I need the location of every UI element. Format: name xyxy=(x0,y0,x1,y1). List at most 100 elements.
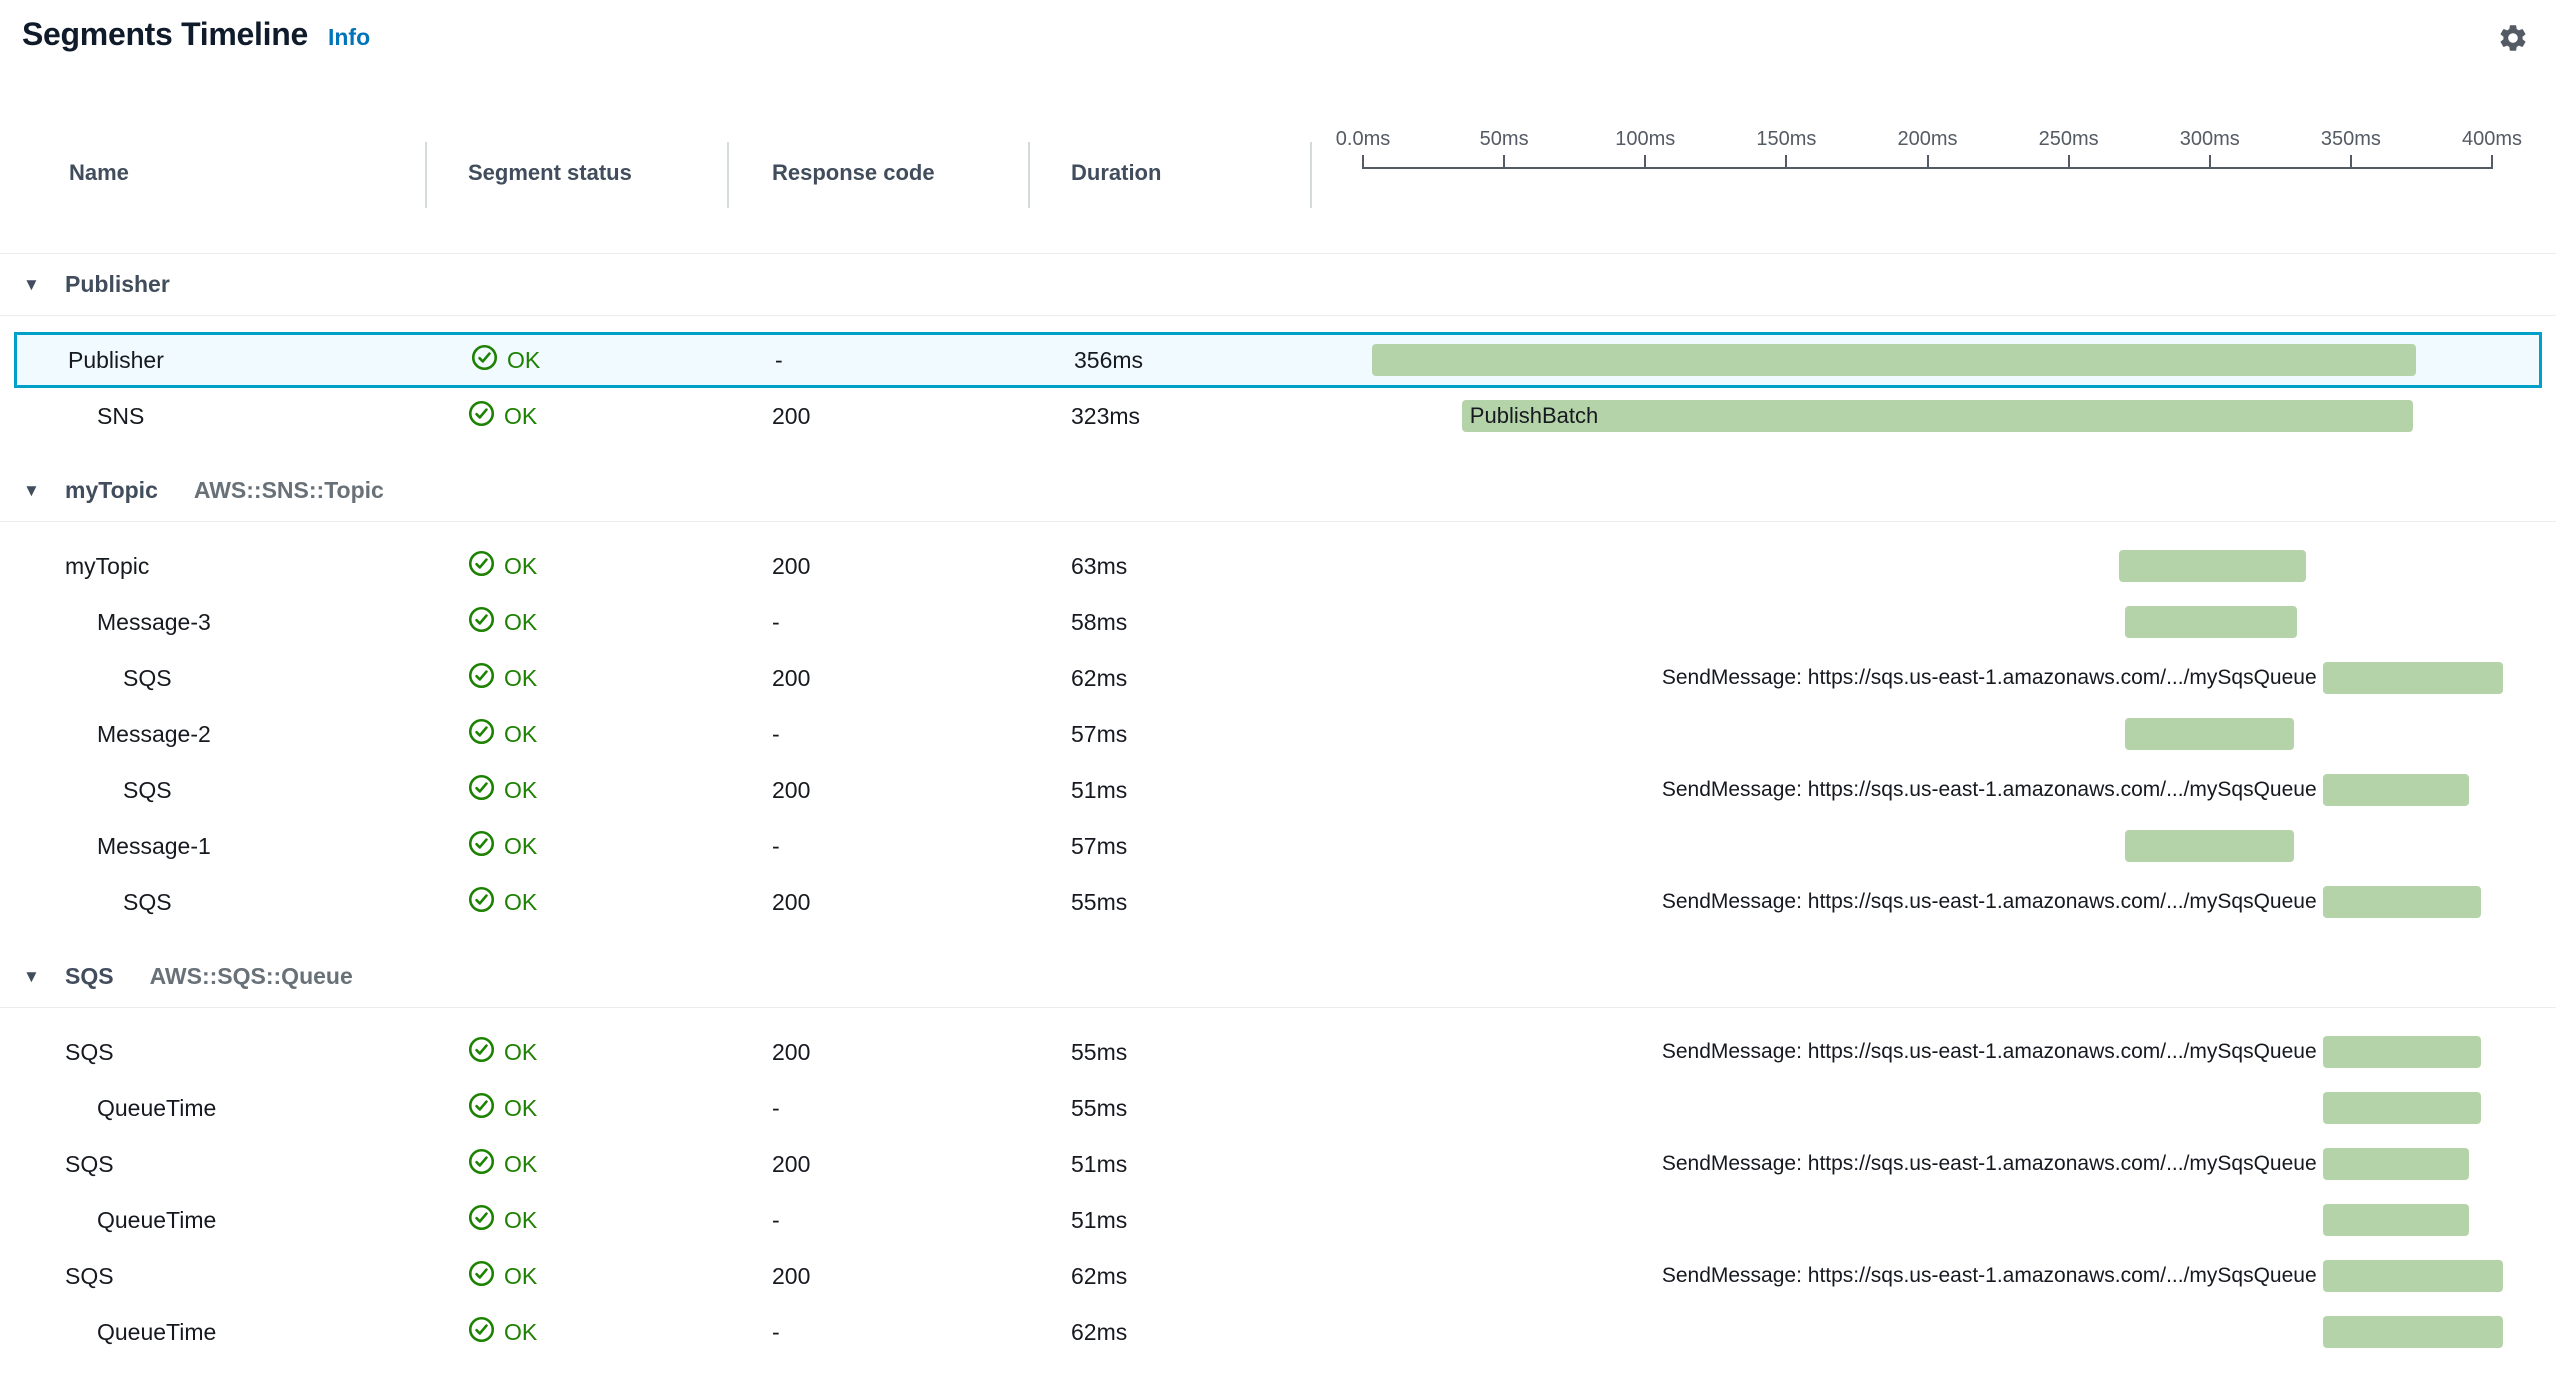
duration-value: 58ms xyxy=(1071,594,1127,650)
bar-inner-label: PublishBatch xyxy=(1462,403,1598,429)
segment-group-header-sqs[interactable]: ▼SQSAWS::SQS::Queue xyxy=(0,946,2556,1008)
segment-name: SQS xyxy=(123,650,172,706)
response-code: 200 xyxy=(772,388,810,444)
check-circle-icon xyxy=(468,550,495,583)
timeline-bar[interactable] xyxy=(2323,886,2481,918)
timeline-bar[interactable]: PublishBatch xyxy=(1462,400,2413,432)
check-circle-icon xyxy=(468,830,495,863)
response-code: - xyxy=(772,706,780,762)
segment-name: QueueTime xyxy=(97,1304,216,1360)
axis-tick-label: 150ms xyxy=(1756,128,1816,151)
table-row[interactable]: SNSOK200323msPublishBatch xyxy=(14,388,2542,444)
timeline-bar[interactable] xyxy=(2323,1260,2504,1292)
timeline-bar[interactable] xyxy=(2323,1092,2481,1124)
table-row[interactable]: SQSOK20051msSendMessage: https://sqs.us-… xyxy=(14,1136,2542,1192)
duration-value: 55ms xyxy=(1071,1024,1127,1080)
check-circle-icon xyxy=(468,1260,495,1293)
status-badge: OK xyxy=(468,1248,537,1304)
table-row[interactable]: QueueTimeOK-62ms xyxy=(14,1304,2542,1360)
column-header-duration: Duration xyxy=(1071,160,1161,186)
segment-group: ▼PublisherPublisherOK-356msSNSOK200323ms… xyxy=(0,254,2556,444)
timeline-bar[interactable] xyxy=(1372,344,2416,376)
page-header: Segments Timeline Info xyxy=(0,0,2556,56)
table-row[interactable]: SQSOK20055msSendMessage: https://sqs.us-… xyxy=(14,1024,2542,1080)
status-badge: OK xyxy=(468,1304,537,1360)
check-circle-icon xyxy=(468,886,495,919)
timeline-bar[interactable] xyxy=(2323,1316,2504,1348)
timeline-bar[interactable] xyxy=(2125,718,2294,750)
timeline-bar[interactable] xyxy=(2323,1036,2481,1068)
column-divider xyxy=(1028,142,1030,208)
duration-value: 62ms xyxy=(1071,1248,1127,1304)
table-row[interactable]: PublisherOK-356ms xyxy=(14,332,2542,388)
response-code: 200 xyxy=(772,1136,810,1192)
table-row[interactable]: Message-2OK-57ms xyxy=(14,706,2542,762)
segments-table-body: ▼PublisherPublisherOK-356msSNSOK200323ms… xyxy=(0,254,2556,1360)
settings-button[interactable] xyxy=(2496,22,2530,56)
segment-name: SQS xyxy=(65,1024,114,1080)
response-code: 200 xyxy=(772,874,810,930)
status-badge: OK xyxy=(468,762,537,818)
timeline-bar[interactable] xyxy=(2119,550,2305,582)
axis-tick-label: 400ms xyxy=(2462,128,2522,151)
timeline-bar[interactable] xyxy=(2125,830,2294,862)
check-circle-icon xyxy=(468,1036,495,1069)
status-label: OK xyxy=(504,1263,537,1290)
status-badge: OK xyxy=(468,1136,537,1192)
status-label: OK xyxy=(504,889,537,916)
axis-tick-label: 250ms xyxy=(2039,128,2099,151)
duration-value: 51ms xyxy=(1071,1136,1127,1192)
timeline-bar[interactable] xyxy=(2323,1148,2470,1180)
response-code: 200 xyxy=(772,650,810,706)
response-code: - xyxy=(772,1304,780,1360)
check-circle-icon xyxy=(471,344,498,377)
axis-baseline xyxy=(1363,167,2492,169)
status-label: OK xyxy=(504,1039,537,1066)
column-header-status: Segment status xyxy=(468,160,632,186)
table-row[interactable]: Message-1OK-57ms xyxy=(14,818,2542,874)
segment-group-rows: PublisherOK-356msSNSOK200323msPublishBat… xyxy=(0,316,2556,444)
duration-value: 356ms xyxy=(1074,335,1143,385)
column-divider xyxy=(1310,142,1312,208)
status-label: OK xyxy=(504,665,537,692)
table-row[interactable]: SQSOK20062msSendMessage: https://sqs.us-… xyxy=(14,1248,2542,1304)
timeline-bar[interactable] xyxy=(2125,606,2297,638)
triangle-down-icon: ▼ xyxy=(23,275,65,295)
timeline-bar[interactable] xyxy=(2323,1204,2470,1236)
status-label: OK xyxy=(507,347,540,374)
timeline-bar[interactable] xyxy=(2323,774,2470,806)
duration-value: 323ms xyxy=(1071,388,1140,444)
table-row[interactable]: myTopicOK20063ms xyxy=(14,538,2542,594)
info-link[interactable]: Info xyxy=(328,24,370,51)
segment-group-header-publisher[interactable]: ▼Publisher xyxy=(0,254,2556,316)
check-circle-icon xyxy=(468,1092,495,1125)
duration-value: 57ms xyxy=(1071,706,1127,762)
segment-name: myTopic xyxy=(65,538,149,594)
segment-group-rows: SQSOK20055msSendMessage: https://sqs.us-… xyxy=(0,1008,2556,1360)
status-label: OK xyxy=(504,1095,537,1122)
segment-group: ▼SQSAWS::SQS::QueueSQSOK20055msSendMessa… xyxy=(0,946,2556,1360)
status-label: OK xyxy=(504,1151,537,1178)
status-badge: OK xyxy=(468,594,537,650)
segment-name: QueueTime xyxy=(97,1080,216,1136)
segment-group: ▼myTopicAWS::SNS::TopicmyTopicOK20063msM… xyxy=(0,460,2556,930)
page-title: Segments Timeline xyxy=(22,16,308,53)
table-row[interactable]: QueueTimeOK-55ms xyxy=(14,1080,2542,1136)
status-label: OK xyxy=(504,553,537,580)
timeline-bar[interactable] xyxy=(2323,662,2504,694)
table-row[interactable]: SQSOK20062msSendMessage: https://sqs.us-… xyxy=(14,650,2542,706)
response-code: 200 xyxy=(772,1248,810,1304)
table-row[interactable]: SQSOK20051msSendMessage: https://sqs.us-… xyxy=(14,762,2542,818)
duration-value: 51ms xyxy=(1071,762,1127,818)
column-header-name: Name xyxy=(69,160,129,186)
table-row[interactable]: SQSOK20055msSendMessage: https://sqs.us-… xyxy=(14,874,2542,930)
table-row[interactable]: QueueTimeOK-51ms xyxy=(14,1192,2542,1248)
table-row[interactable]: Message-3OK-58ms xyxy=(14,594,2542,650)
duration-value: 63ms xyxy=(1071,538,1127,594)
status-badge: OK xyxy=(468,818,537,874)
check-circle-icon xyxy=(468,662,495,695)
segment-group-title: myTopic xyxy=(65,477,158,504)
segment-group-header-mytopic[interactable]: ▼myTopicAWS::SNS::Topic xyxy=(0,460,2556,522)
duration-value: 55ms xyxy=(1071,874,1127,930)
status-label: OK xyxy=(504,721,537,748)
